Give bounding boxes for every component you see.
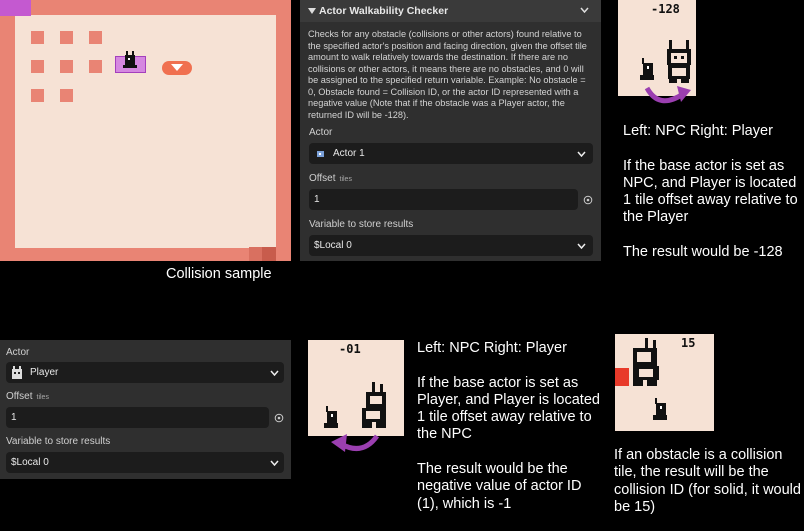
sample-caption: Collision sample [166, 266, 272, 282]
npc-sprite-icon [123, 51, 137, 68]
offset-input-value: 1 [11, 412, 17, 423]
player-sprite-icon [12, 366, 22, 379]
collision-tile [31, 31, 44, 44]
collision-sample-scene [0, 0, 291, 261]
curved-arrow-icon [331, 434, 380, 452]
solid-collision-tile [615, 368, 629, 386]
offset-label-text: Offset [309, 173, 336, 184]
actor-label: Actor [6, 347, 30, 358]
player-sprite-icon [362, 382, 386, 428]
offset-unit: tiles [36, 394, 49, 401]
actor-select[interactable]: Player [6, 362, 284, 383]
panel-title: Actor Walkability Checker [319, 5, 449, 17]
npc-sprite-icon [640, 58, 654, 80]
actor-sprite-icon [317, 151, 324, 157]
selected-actor[interactable] [115, 51, 146, 73]
result-counter: -01 [339, 342, 361, 356]
example1-text: Left: NPC Right: Player If the base acto… [623, 123, 798, 261]
walkability-checker-panel: Actor Walkability Checker Checks for any… [300, 0, 601, 261]
variable-select[interactable]: $Local 0 [6, 452, 284, 473]
collision-tile [60, 31, 73, 44]
chevron-down-icon [577, 151, 586, 157]
example2-text: Left: NPC Right: Player If the base acto… [417, 340, 600, 512]
collision-tile [31, 89, 44, 102]
actor-select-value: Player [30, 367, 59, 378]
player-sprite-icon [667, 40, 691, 83]
chevron-down-icon [171, 64, 183, 71]
variable-select-value: $Local 0 [11, 457, 49, 468]
scene-corner-tile [262, 247, 276, 261]
example3-text: If an obstacle is a collision tile, the … [614, 447, 801, 515]
variable-select[interactable]: $Local 0 [309, 235, 593, 256]
floor-area [15, 15, 276, 248]
offset-label: Offset tiles [309, 173, 352, 184]
curved-arrow-icon [644, 86, 691, 104]
result-counter: 15 [681, 336, 696, 350]
actor-label: Actor [309, 127, 333, 138]
description-text: Checks for any obstacle (collisions or o… [308, 29, 587, 120]
actor-select-value: Actor 1 [333, 148, 365, 159]
example2-preview: -01 [308, 340, 404, 436]
offset-input-value: 1 [314, 194, 320, 205]
variable-toggle-icon[interactable] [583, 195, 593, 205]
collision-tile [89, 60, 102, 73]
offset-label-text: Offset [6, 391, 33, 402]
variable-select-value: $Local 0 [314, 240, 352, 251]
scene-corner-tile [249, 247, 262, 261]
chevron-down-icon [577, 243, 586, 249]
variable-toggle-icon[interactable] [274, 413, 284, 423]
chevron-down-icon [270, 370, 279, 376]
actor-select[interactable]: Actor 1 [309, 143, 593, 164]
example1-preview: -128 [618, 0, 696, 96]
collision-tile [89, 31, 102, 44]
walkability-checker-panel-player: Actor Player Offset tiles 1 Variable to s… [0, 340, 291, 479]
result-counter: -128 [651, 2, 680, 16]
player-sprite-icon [633, 338, 659, 386]
offset-label: Offset tiles [6, 391, 49, 402]
chevron-down-icon [270, 460, 279, 466]
example3-preview: 15 [615, 334, 714, 431]
offset-input[interactable]: 1 [6, 407, 269, 428]
npc-sprite-icon [324, 406, 338, 428]
collision-tile [60, 89, 73, 102]
panel-header[interactable]: Actor Walkability Checker [300, 0, 601, 22]
offset-input[interactable]: 1 [309, 189, 578, 210]
npc-sprite-icon [653, 398, 667, 420]
chevron-down-icon[interactable] [580, 7, 589, 13]
collision-tile [60, 60, 73, 73]
variable-label: Variable to store results [6, 436, 111, 447]
offset-unit: tiles [339, 176, 352, 183]
collision-tile [31, 60, 44, 73]
collapse-arrow-icon [308, 8, 316, 14]
variable-label: Variable to store results [309, 219, 414, 230]
selection-corner-marker [0, 0, 31, 16]
direction-indicator [162, 61, 192, 75]
